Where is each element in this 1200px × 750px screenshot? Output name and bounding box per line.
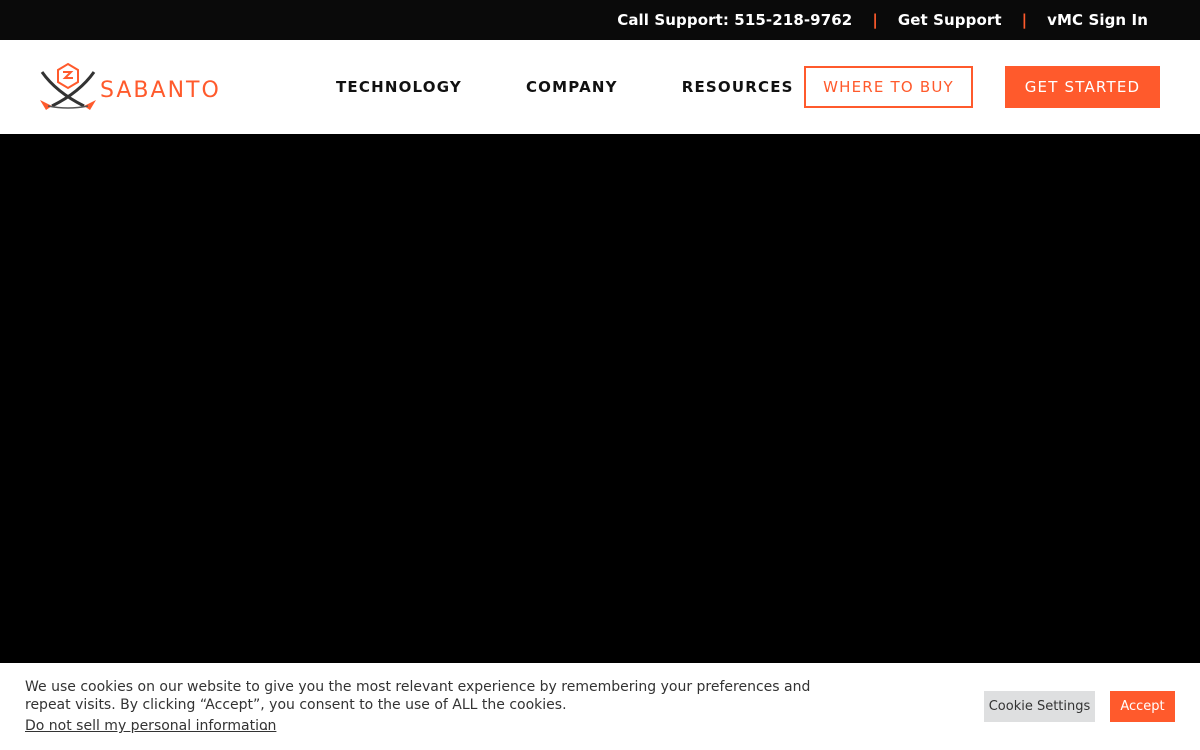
nav-item-resources[interactable]: RESOURCES [682,78,794,96]
sabanto-logo[interactable]: SABANTO [38,62,221,112]
main-navigation: SABANTO TECHNOLOGY COMPANY RESOURCES WHE… [0,40,1200,134]
nav-item-company[interactable]: COMPANY [526,78,618,96]
cookie-message: We use cookies on our website to give yo… [25,679,811,713]
nav-item-technology[interactable]: TECHNOLOGY [336,78,462,96]
crossed-swords-logo-icon [40,62,96,110]
cookie-settings-button[interactable]: Cookie Settings [984,691,1095,722]
do-not-sell-link[interactable]: Do not sell my personal information [25,718,276,734]
brand-name: SABANTO [100,77,221,103]
cookie-link-period: . [264,718,269,734]
cookie-accept-button[interactable]: Accept [1110,691,1175,722]
nav-menu: TECHNOLOGY COMPANY RESOURCES [336,40,858,134]
topbar-separator: | [872,11,878,29]
cookie-consent-banner: We use cookies on our website to give yo… [0,663,1200,750]
topbar-separator: | [1021,11,1028,29]
hero-video-area [0,134,1200,663]
get-started-button[interactable]: GET STARTED [1005,66,1160,108]
where-to-buy-button[interactable]: WHERE TO BUY [804,66,973,108]
get-support-link[interactable]: Get Support [898,11,1002,29]
call-support-link[interactable]: Call Support: 515-218-9762 [617,11,852,29]
top-utility-bar: Call Support: 515-218-9762 | Get Support… [0,0,1200,40]
vmc-sign-in-link[interactable]: vMC Sign In [1047,11,1148,29]
